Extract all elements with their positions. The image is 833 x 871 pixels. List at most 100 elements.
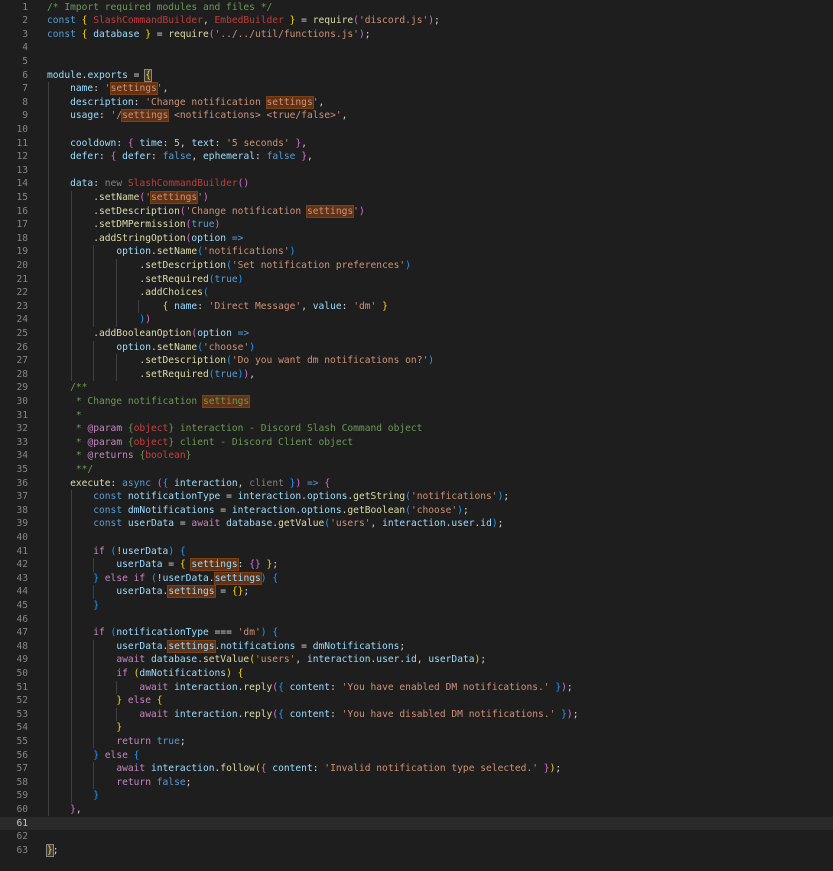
- code-line[interactable]: 41 if (!userData) {: [0, 545, 833, 559]
- code-line[interactable]: 20 .setDescription('Set notification pre…: [0, 259, 833, 273]
- code-line[interactable]: 13: [0, 164, 833, 178]
- code-line[interactable]: 54 }: [0, 721, 833, 735]
- code-line[interactable]: 62: [0, 830, 833, 844]
- line-text: } else {: [47, 694, 162, 708]
- line-number: 49: [16, 654, 28, 666]
- line-number: 8: [22, 96, 28, 108]
- code-line[interactable]: 47 if (notificationType === 'dm') {: [0, 626, 833, 640]
- code-token: userData: [116, 640, 163, 652]
- line-text: await database.setValue('users', interac…: [47, 653, 486, 667]
- code-line[interactable]: 28 .setRequired(true)),: [0, 368, 833, 382]
- code-line[interactable]: 31 *: [0, 409, 833, 423]
- code-line[interactable]: 55 return true;: [0, 735, 833, 749]
- line-text: .setDMPermission(true): [47, 218, 220, 232]
- code-line[interactable]: 61: [0, 816, 833, 831]
- code-line[interactable]: 57 await interaction.follow({ content: '…: [0, 762, 833, 776]
- code-line[interactable]: 21 .setRequired(true): [0, 273, 833, 287]
- line-number: 25: [16, 327, 28, 339]
- code-line[interactable]: 26 option.setName('choose'): [0, 341, 833, 355]
- code-line[interactable]: 45 }: [0, 599, 833, 613]
- line-number: 47: [16, 627, 28, 639]
- code-line[interactable]: 19 option.setName('notifications'): [0, 245, 833, 259]
- code-token: cooldown: [70, 137, 117, 149]
- code-line[interactable]: 18 .addStringOption(option =>: [0, 232, 833, 246]
- code-line[interactable]: 44 userData.settings = {};: [0, 585, 833, 599]
- code-line[interactable]: 23 { name: 'Direct Message', value: 'dm'…: [0, 300, 833, 314]
- code-line[interactable]: 33 * @param {object} client - Discord Cl…: [0, 436, 833, 450]
- code-line[interactable]: 15 .setName('settings'): [0, 190, 833, 205]
- code-token: ,: [75, 803, 82, 815]
- code-line[interactable]: 51 await interaction.reply({ content: 'Y…: [0, 681, 833, 695]
- code-token: =: [214, 504, 232, 516]
- code-token: data: [70, 178, 94, 190]
- code-line[interactable]: 59 }: [0, 789, 833, 803]
- search-highlight: settings: [305, 204, 355, 218]
- code-line[interactable]: 49 await database.setValue('users', inte…: [0, 653, 833, 667]
- code-token: content: [289, 681, 331, 693]
- code-token: =>: [237, 327, 250, 339]
- code-line[interactable]: 32 * @param {object} interaction - Disco…: [0, 422, 833, 436]
- code-token: *: [47, 423, 88, 435]
- code-line[interactable]: 35 **/: [0, 463, 833, 477]
- code-line[interactable]: 10: [0, 123, 833, 137]
- code-line[interactable]: 53 await interaction.reply({ content: 'Y…: [0, 708, 833, 722]
- code-line[interactable]: 14 data: new SlashCommandBuilder(): [0, 177, 833, 191]
- code-line[interactable]: 6 module.exports = {: [0, 68, 833, 83]
- code-line[interactable]: 46: [0, 613, 833, 627]
- code-line[interactable]: 16 .setDescription('Change notification …: [0, 204, 833, 219]
- code-line[interactable]: 42 userData = { settings: {} };: [0, 558, 833, 572]
- line-number: 23: [16, 300, 28, 312]
- code-line[interactable]: 37 const notificationType = interaction.…: [0, 490, 833, 504]
- code-line[interactable]: 39 const userData = await database.getVa…: [0, 517, 833, 531]
- code-line[interactable]: 4: [0, 41, 833, 55]
- code-token: userData: [127, 518, 175, 530]
- code-line[interactable]: 50 if (dmNotifications) {: [0, 667, 833, 681]
- code-token: ephemeral: [203, 151, 256, 163]
- indent-guide: [93, 340, 95, 382]
- code-editor[interactable]: 1 /* Import required modules and files */…: [0, 0, 833, 871]
- code-token: .: [47, 287, 146, 299]
- search-highlight: settings: [265, 95, 314, 109]
- code-line[interactable]: 9 usage: '/settings <notifications> <tru…: [0, 109, 833, 123]
- code-line[interactable]: 8 description: 'Change notification sett…: [0, 95, 833, 110]
- code-line[interactable]: 36 execute: async ({ interaction, client…: [0, 477, 833, 491]
- code-line[interactable]: 1 /* Import required modules and files */: [0, 1, 833, 15]
- code-line[interactable]: 12 defer: { defer: false, ephemeral: fal…: [0, 150, 833, 164]
- code-token: <notifications> <true/false>': [168, 110, 342, 122]
- code-line[interactable]: 17 .setDMPermission(true): [0, 218, 833, 232]
- code-line[interactable]: 48 userData.settings.notifications = dmN…: [0, 639, 833, 654]
- line-number: 41: [16, 545, 28, 557]
- code-token: client: [249, 477, 284, 489]
- code-token: =: [127, 69, 146, 81]
- line-number: 43: [16, 572, 28, 584]
- code-token: options: [306, 491, 348, 503]
- code-line[interactable]: 43 } else if (!userData.settings) {: [0, 571, 833, 586]
- code-line[interactable]: 3 const { database } = require('../../uti…: [0, 28, 833, 42]
- line-text: defer: { defer: false, ephemeral: false …: [47, 150, 313, 164]
- line-text: const { database } = require('../../util…: [47, 28, 371, 42]
- code-token: setDescription: [145, 259, 227, 271]
- code-line[interactable]: 22 .addChoices(: [0, 286, 833, 300]
- code-line[interactable]: 5: [0, 55, 833, 69]
- code-line[interactable]: 24 )): [0, 313, 833, 327]
- code-line[interactable]: 29 /**: [0, 381, 833, 395]
- code-line[interactable]: 25 .addBooleanOption(option =>: [0, 327, 833, 341]
- line-number: 12: [16, 151, 28, 163]
- code-line[interactable]: 56 } else {: [0, 749, 833, 763]
- code-line[interactable]: 60 },: [0, 803, 833, 817]
- code-line[interactable]: 63};: [0, 843, 833, 858]
- line-number: 6: [22, 69, 28, 81]
- code-line[interactable]: 30 * Change notification settings: [0, 394, 833, 409]
- code-line[interactable]: 11 cooldown: { time: 5, text: '5 seconds…: [0, 137, 833, 151]
- code-line[interactable]: 38 const dmNotifications = interaction.o…: [0, 504, 833, 518]
- code-token: database: [226, 518, 273, 530]
- code-line[interactable]: 27 .setDescription('Do you want dm notif…: [0, 354, 833, 368]
- code-line[interactable]: 40: [0, 531, 833, 545]
- code-line[interactable]: 7 name: 'settings',: [0, 82, 833, 96]
- code-token: client - Discord Client object: [174, 436, 354, 448]
- code-line[interactable]: 58 return false;: [0, 776, 833, 790]
- code-line[interactable]: 2 const { SlashCommandBuilder, EmbedBuild…: [0, 14, 833, 28]
- code-line[interactable]: 34 * @returns {boolean}: [0, 449, 833, 463]
- code-line[interactable]: 52 } else {: [0, 694, 833, 708]
